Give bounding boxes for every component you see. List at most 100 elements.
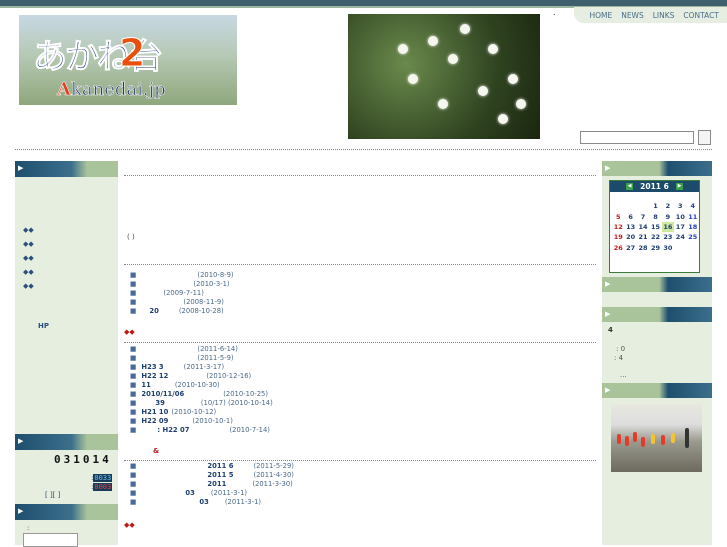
calendar-day[interactable]: 8	[649, 211, 661, 221]
left-sidebar: ◆◆ ◆◆ ◆◆ ◆◆ ◆◆ HP 031014 :0033 :0003 [ ]…	[15, 161, 118, 547]
calendar-week: 5 6 7 8 9 10 11	[612, 211, 699, 221]
left-menu-header	[15, 161, 118, 177]
list-item[interactable]: ■ (2010-3-1)	[130, 280, 596, 289]
list-item[interactable]: ■: H22 07 (2010-7-14)	[130, 426, 596, 435]
nav-news-link[interactable]: NEWS	[621, 11, 644, 20]
header-flower-photo	[348, 14, 540, 139]
stat-number: 4	[608, 326, 613, 334]
left-menu-item[interactable]: ◆◆	[23, 226, 34, 234]
stat-line-1: : 0	[616, 345, 626, 353]
list-item[interactable]: ■ H22 12 (2010-12-16)	[130, 372, 596, 381]
list-item[interactable]: ■ (2009-7-11)	[130, 289, 596, 298]
calendar-day[interactable]: 1	[649, 201, 661, 211]
calendar-day[interactable]: 9	[662, 211, 674, 221]
yesterday-count: :0003	[91, 483, 113, 491]
left-menu-item[interactable]: ◆◆	[23, 254, 34, 262]
nav-links-link[interactable]: LINKS	[653, 11, 675, 20]
stat-line-2: : 4	[614, 354, 624, 362]
list-item[interactable]: ■ 2011 6 (2011-5-29)	[130, 462, 596, 471]
calendar-day[interactable]: 13	[624, 222, 636, 232]
calendar-day[interactable]: 30	[662, 243, 674, 253]
calendar-day[interactable]: 25	[687, 232, 699, 242]
top-nav: HOME NEWS LINKS CONTACT	[574, 7, 727, 23]
section-amp: &	[153, 447, 160, 455]
section-marker: ◆◆	[124, 328, 135, 336]
search-input[interactable]	[580, 131, 694, 144]
calendar-day[interactable]: 15	[649, 222, 661, 232]
calendar-day[interactable]: 24	[674, 232, 686, 242]
logo-url: Akanedai.jp	[57, 79, 166, 101]
calendar-day[interactable]: 2	[662, 201, 674, 211]
left-menu-item[interactable]: ◆◆	[23, 282, 34, 290]
calendar-day	[687, 243, 699, 253]
list-item[interactable]: ■ (2008-11-9)	[130, 298, 596, 307]
list-item[interactable]: ■ 11 (2010-10-30)	[130, 381, 596, 390]
list-item[interactable]: ■ 39 (10/17) (2010-10-14)	[130, 399, 596, 408]
right-box-header-3	[602, 307, 712, 322]
sports-day-photo[interactable]	[611, 404, 702, 472]
calendar-title: ◀ 2011 6 ▶	[610, 181, 699, 192]
calendar-day[interactable]: 16	[661, 221, 675, 233]
calendar-day[interactable]: 3	[674, 201, 686, 211]
calendar-day	[674, 243, 686, 253]
calendar-day[interactable]: 6	[624, 211, 636, 221]
calendar-prev-button[interactable]: ◀	[626, 183, 633, 190]
list-item[interactable]: ■ 03 (2011-3-1)	[130, 489, 596, 498]
calendar-day[interactable]: 17	[674, 222, 686, 232]
calendar-week: 1234	[612, 201, 699, 211]
calendar-day[interactable]: 20	[624, 232, 636, 242]
calendar-week: 12 13 14 15 16 17 18	[612, 221, 699, 233]
site-logo[interactable]: あかね台 2 Akanedai.jp	[19, 15, 237, 105]
calendar-day[interactable]: 5	[612, 211, 624, 221]
list-item[interactable]: ■ 03 (2011-3-1)	[130, 498, 596, 507]
calendar-day[interactable]: 19	[612, 232, 624, 242]
calendar-day[interactable]: 11	[687, 211, 699, 221]
list-item[interactable]: ■ (2011-6-14)	[130, 345, 596, 354]
left-menu-item[interactable]: ◆◆	[23, 268, 34, 276]
calendar-day[interactable]: 7	[637, 211, 649, 221]
calendar-day[interactable]: 22	[649, 232, 661, 242]
list-item[interactable]: ■ H21 10 (2010-10-12)	[130, 408, 596, 417]
calendar-day[interactable]: 28	[637, 243, 649, 253]
right-box-header-2	[602, 277, 712, 292]
list-item[interactable]: ■ 2011 5 (2011-4-30)	[130, 471, 596, 480]
list-item[interactable]: ■ 2010/11/06 (2010-10-25)	[130, 390, 596, 399]
main-content: ( ) ■ (2010-8-9) ■ (2010-3-1) ■ (2009-7-11)…	[124, 161, 596, 529]
calendar-day[interactable]: 27	[624, 243, 636, 253]
calendar-day[interactable]: 26	[612, 243, 624, 253]
section-marker: ◆◆	[124, 521, 135, 529]
search-button[interactable]	[698, 130, 711, 145]
header-divider	[15, 149, 712, 150]
calendar-day[interactable]: 14	[637, 222, 649, 232]
nav-dot: .	[553, 8, 556, 17]
calendar-day[interactable]: 10	[674, 211, 686, 221]
calendar-next-button[interactable]: ▶	[676, 183, 683, 190]
list-item[interactable]: ■ H22 09 (2010-10-1)	[130, 417, 596, 426]
nav-contact-link[interactable]: CONTACT	[683, 11, 719, 20]
calendar-day[interactable]: 12	[612, 222, 624, 232]
calendar-day[interactable]: 18	[687, 222, 699, 232]
list-item[interactable]: ■ 20 (2008-10-28)	[130, 307, 596, 316]
left-search-label: :	[27, 524, 30, 532]
section-divider	[124, 460, 596, 461]
calendar-day[interactable]: 23	[662, 232, 674, 242]
calendar-week: 26 27 28 29 30	[612, 243, 699, 253]
calendar-day[interactable]: 29	[649, 243, 661, 253]
hp-link[interactable]: HP	[38, 322, 49, 330]
list-item[interactable]: ■ H23 3 (2011-3-17)	[130, 363, 596, 372]
list-item[interactable]: ■ (2011-5-9)	[130, 354, 596, 363]
logo-number: 2	[118, 31, 146, 76]
section-divider	[124, 264, 596, 265]
calendar-header	[602, 161, 712, 176]
list-item[interactable]: ■ 2011 (2011-3-30)	[130, 480, 596, 489]
nav-home-link[interactable]: HOME	[589, 11, 612, 20]
news-list-2: ■ (2011-6-14) ■ (2011-5-9) ■ H23 3 (2011-3-1…	[130, 345, 596, 435]
calendar-day[interactable]: 21	[637, 232, 649, 242]
today-count: :0033	[91, 474, 113, 482]
calendar-day[interactable]: 4	[687, 201, 699, 211]
left-menu-item[interactable]: ◆◆	[23, 240, 34, 248]
counter-header	[15, 434, 118, 450]
list-item[interactable]: ■ (2010-8-9)	[130, 271, 596, 280]
right-sidebar: ◀ 2011 6 ▶ 12345678910111213141516171819…	[602, 161, 712, 545]
news-list-3: ■ 2011 6 (2011-5-29) ■ 2011 5 (2011-4-30) ■ 2…	[130, 462, 596, 507]
